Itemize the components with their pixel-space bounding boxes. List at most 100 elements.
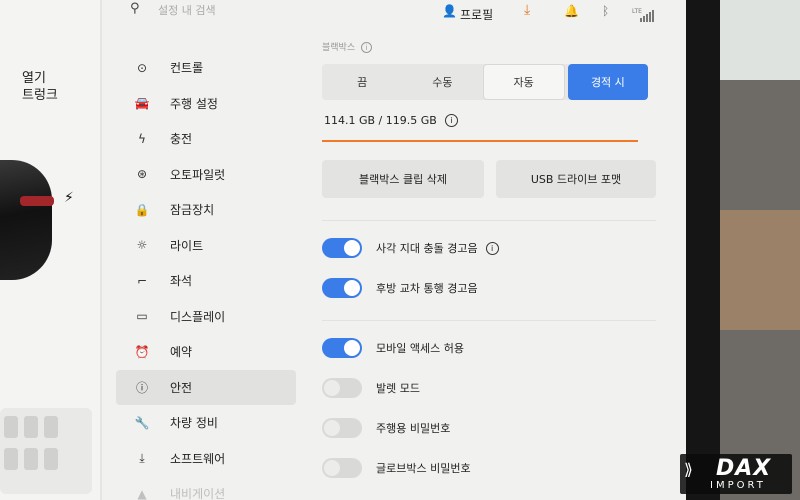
sidebar-item-label: 충전 [170,132,193,147]
alert-circle-icon: ⓘ [135,380,148,395]
seat-icon [44,448,58,470]
toggle-label: 주행용 비밀번호 [376,422,451,435]
toggle-label: 발렛 모드 [376,382,420,395]
car-image [0,160,52,280]
sidebar-item-safety[interactable]: ⓘ 안전 [116,369,296,405]
toggle-row-rear-cross-traffic: 후방 교차 통행 경고음 [322,276,478,300]
watermark-logo: ⟫ DAX IMPORT [680,454,792,494]
settings-sidebar: ⊙ 컨트롤 🚘 주행 설정 ϟ 충전 ⊛ 오토파일럿 🔒 잠금장치 ☼ 라이트 … [116,50,296,500]
sidebar-item-driving[interactable]: 🚘 주행 설정 [116,86,296,122]
toggle-label: 사각 지대 충돌 경고음 [376,242,478,255]
watermark-mark-icon: ⟫ [684,460,693,479]
bolt-icon: ϟ [138,131,146,146]
dashcam-mode-selector: 끔 수동 자동 경적 시 [322,64,648,100]
dashcam-mode-auto[interactable]: 자동 [482,64,565,100]
sidebar-item-label: 소프트웨어 [170,451,226,466]
seat-icon [24,416,38,438]
sidebar-item-service[interactable]: 🔧 차량 정비 [116,405,296,441]
format-usb-drive-button[interactable]: USB 드라이브 포맷 [496,160,656,198]
seat-icon [24,448,38,470]
seat-icon: ⌐ [136,273,148,288]
display-icon: ▭ [136,309,148,324]
sidebar-item-locks[interactable]: 🔒 잠금장치 [116,192,296,228]
background-panel [720,210,800,330]
sidebar-item-seats[interactable]: ⌐ 좌석 [116,263,296,299]
toggle-row-blind-spot-chime: 사각 지대 충돌 경고음 i [322,236,499,260]
profile-icon[interactable]: 👤 [442,4,457,18]
dashcam-label-text: 블랙박스 [322,43,356,53]
toggle-row-valet-mode: 발렛 모드 [322,376,420,400]
pin-to-drive-toggle[interactable] [322,418,362,438]
dashcam-section-label: 블랙박스 i [322,40,373,53]
sidebar-item-label: 좌석 [170,274,193,289]
sidebar-item-label: 안전 [170,380,193,395]
open-trunk-button[interactable]: 열기 트렁크 [22,70,58,104]
navigation-icon: ▲ [137,486,147,500]
charge-bolt-icon[interactable]: ⚡ [64,190,74,206]
sidebar-item-label: 디스플레이 [170,309,226,324]
car-tail-light [20,196,54,206]
seat-icon [44,416,58,438]
bell-icon[interactable]: 🔔 [564,4,579,18]
toggle-label: 후방 교차 통행 경고음 [376,282,478,295]
sidebar-item-display[interactable]: ▭ 디스플레이 [116,299,296,335]
sidebar-item-lights[interactable]: ☼ 라이트 [116,228,296,264]
sidebar-item-label: 내비게이션 [170,487,226,500]
sidebar-item-label: 주행 설정 [170,96,218,111]
dashcam-mode-on-honk[interactable]: 경적 시 [567,64,648,100]
background-window [720,0,800,80]
profile-label[interactable]: 프로필 [460,6,493,23]
search-icon: ⚲ [130,1,140,16]
sidebar-item-label: 차량 정비 [170,416,218,431]
divider [322,220,656,221]
wrench-icon: 🔧 [134,415,150,430]
toggle-row-mobile-access: 모바일 액세스 허용 [322,336,464,360]
car-icon: 🚘 [134,96,150,111]
signal-icon [640,10,654,22]
steering-wheel-icon: ⊛ [136,167,148,182]
lock-icon: 🔒 [134,202,150,217]
settings-screen: ⚲ 👤 프로필 ⤓ 🔔 ᛒ LTE ⊙ 컨트롤 🚘 주행 설정 ϟ 충전 ⊛ [102,0,686,500]
open-trunk-line2: 트렁크 [22,88,58,103]
watermark-name: DAX [716,456,772,481]
sidebar-item-label: 예약 [170,345,193,360]
sidebar-item-autopilot[interactable]: ⊛ 오토파일럿 [116,157,296,193]
sidebar-item-charging[interactable]: ϟ 충전 [116,121,296,157]
seat-icon [4,448,18,470]
sidebar-item-controls[interactable]: ⊙ 컨트롤 [116,50,296,86]
glovebox-pin-toggle[interactable] [322,458,362,478]
toggle-label: 글로브박스 비밀번호 [376,462,471,475]
toggle-label: 모바일 액세스 허용 [376,342,464,355]
info-icon[interactable]: i [444,114,458,127]
download-icon[interactable]: ⤓ [524,2,530,18]
divider [322,320,656,321]
dashcam-mode-off[interactable]: 끔 [322,64,402,100]
toggle-row-pin-to-drive: 주행용 비밀번호 [322,416,450,440]
mobile-access-toggle[interactable] [322,338,362,358]
blind-spot-chime-toggle[interactable] [322,238,362,258]
sidebar-item-label: 오토파일럿 [170,167,226,182]
toggle-icon: ⊙ [136,60,148,75]
info-icon[interactable]: i [361,42,373,53]
dashcam-mode-manual[interactable]: 수동 [402,64,482,100]
rear-cross-traffic-toggle[interactable] [322,278,362,298]
search-input[interactable] [158,2,308,18]
bezel-edge [686,0,720,500]
car-panel: 열기 트렁크 ⚡ [0,0,100,500]
toggle-row-glovebox-pin: 글로브박스 비밀번호 [322,456,471,480]
top-bar: ⚲ 👤 프로필 ⤓ 🔔 ᛒ LTE [102,0,686,30]
seat-map[interactable] [0,408,92,494]
seat-icon [4,416,18,438]
alarm-clock-icon: ⏰ [134,344,150,359]
bluetooth-icon[interactable]: ᛒ [602,4,609,18]
sidebar-item-schedule[interactable]: ⏰ 예약 [116,334,296,370]
sidebar-item-label: 잠금장치 [170,203,215,218]
sun-icon: ☼ [136,238,148,253]
valet-mode-toggle[interactable] [322,378,362,398]
info-icon[interactable]: i [485,241,499,255]
delete-dashcam-clips-button[interactable]: 블랙박스 클립 삭제 [322,160,484,198]
download-icon: ⤓ [139,450,145,465]
storage-text: 114.1 GB / 119.5 GB [324,114,437,127]
sidebar-item-software[interactable]: ⤓ 소프트웨어 [116,441,296,477]
sidebar-item-navigation[interactable]: ▲ 내비게이션 [116,476,296,500]
